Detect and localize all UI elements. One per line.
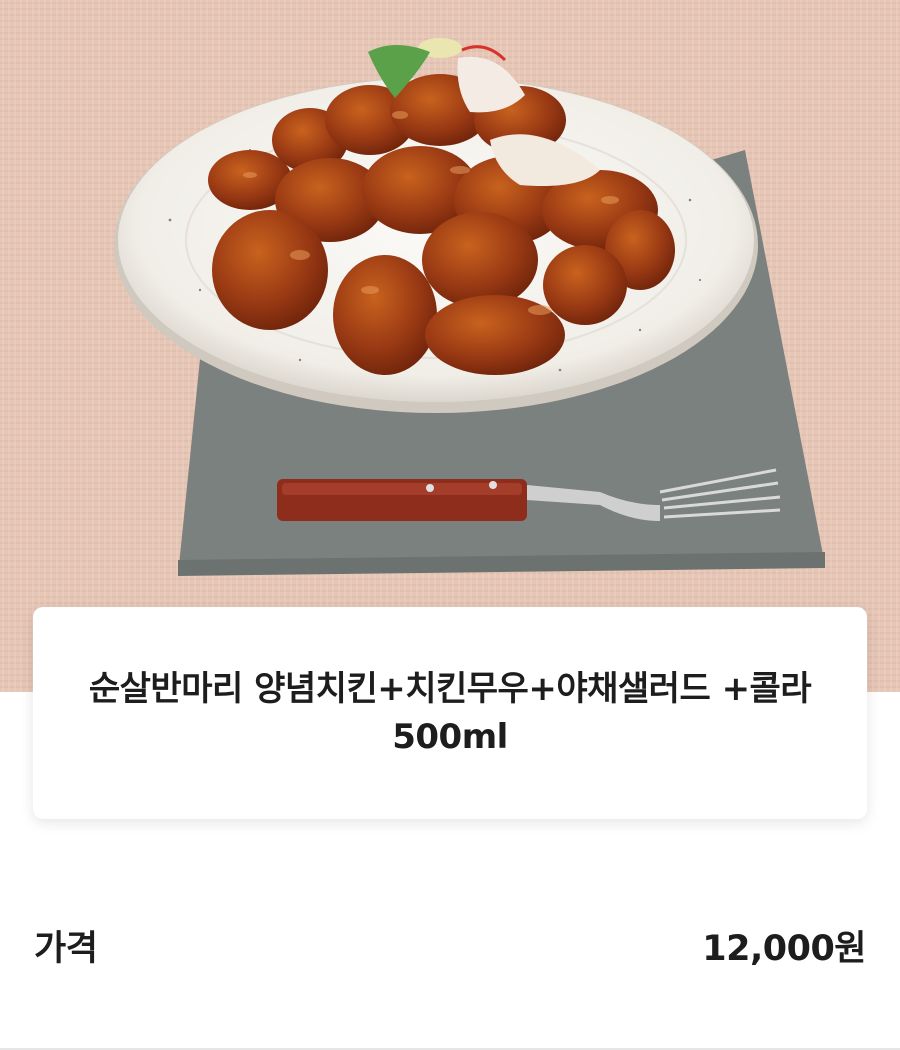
- price-value: 12,000원: [702, 928, 866, 969]
- chicken-dish-illustration: [0, 0, 900, 692]
- product-image: [0, 0, 900, 692]
- product-title-card: 순살반마리 양념치킨+치킨무우+야채샐러드 +콜라500ml: [33, 607, 867, 819]
- price-row: 가격 12,000원: [34, 915, 866, 975]
- product-title: 순살반마리 양념치킨+치킨무우+야채샐러드 +콜라500ml: [88, 669, 812, 757]
- price-label: 가격: [34, 928, 98, 969]
